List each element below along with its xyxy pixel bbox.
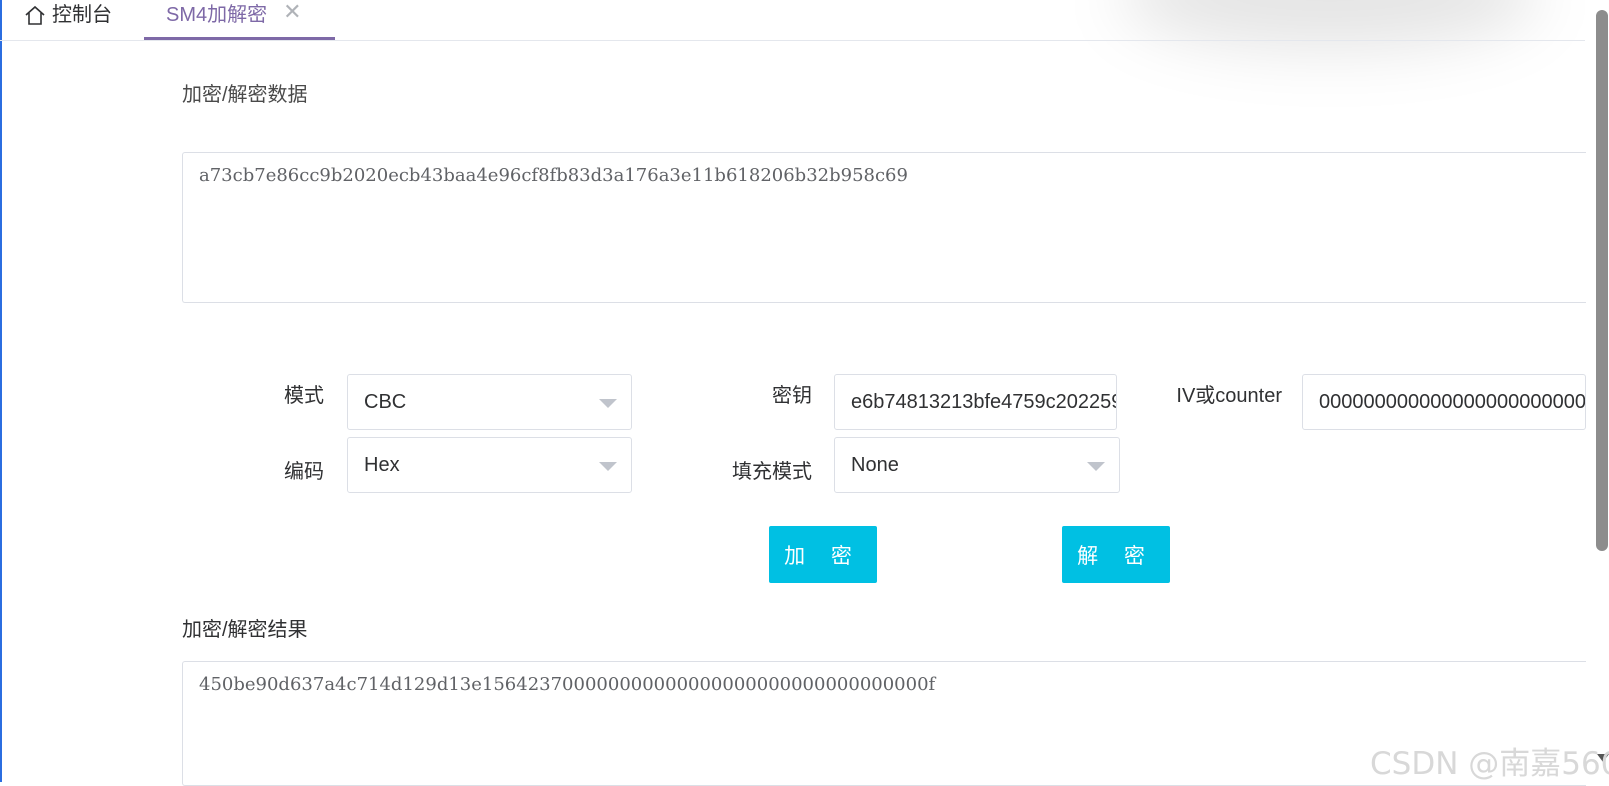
data-section-label: 加密/解密数据 bbox=[182, 84, 308, 106]
decrypt-button[interactable]: 解 密 bbox=[1062, 526, 1170, 583]
tab-console-label: 控制台 bbox=[52, 3, 112, 26]
chevron-down-icon bbox=[599, 399, 617, 408]
iv-input[interactable]: 00000000000000000000000000000000 bbox=[1302, 374, 1586, 430]
encrypt-button[interactable]: 加 密 bbox=[769, 526, 877, 583]
result-section-label: 加密/解密结果 bbox=[182, 619, 308, 641]
data-input[interactable]: a73cb7e86cc9b2020ecb43baa4e96cf8fb83d3a1… bbox=[182, 152, 1586, 303]
mode-select[interactable]: CBC bbox=[347, 374, 632, 430]
close-icon[interactable]: ✕ bbox=[283, 0, 301, 25]
encoding-value: Hex bbox=[364, 453, 400, 476]
watermark: CSDN @南嘉560 bbox=[1370, 746, 1609, 782]
mode-value: CBC bbox=[364, 390, 407, 413]
iv-label: IV或counter bbox=[1176, 385, 1282, 407]
key-input[interactable]: e6b74813213bfe4759c2022590c4a0ec bbox=[834, 374, 1117, 430]
tab-bar: 控制台 SM4加解密 ✕ bbox=[0, 0, 1585, 41]
chevron-down-icon bbox=[1087, 462, 1105, 471]
home-icon bbox=[25, 5, 45, 25]
tab-console[interactable]: 控制台 bbox=[24, 0, 112, 40]
mode-label: 模式 bbox=[284, 385, 324, 407]
padding-label: 填充模式 bbox=[732, 461, 812, 483]
key-label: 密钥 bbox=[772, 385, 812, 407]
active-tab-indicator bbox=[144, 37, 335, 40]
tab-sm4-label: SM4加解密 bbox=[166, 3, 268, 26]
padding-value: None bbox=[851, 453, 899, 476]
chevron-down-icon bbox=[599, 462, 617, 471]
encoding-select[interactable]: Hex bbox=[347, 437, 632, 493]
scrollbar-thumb[interactable] bbox=[1596, 10, 1608, 551]
padding-select[interactable]: None bbox=[834, 437, 1120, 493]
tab-sm4[interactable]: SM4加解密 ✕ bbox=[144, 0, 335, 40]
encoding-label: 编码 bbox=[284, 461, 324, 483]
window-left-edge bbox=[0, 0, 2, 782]
